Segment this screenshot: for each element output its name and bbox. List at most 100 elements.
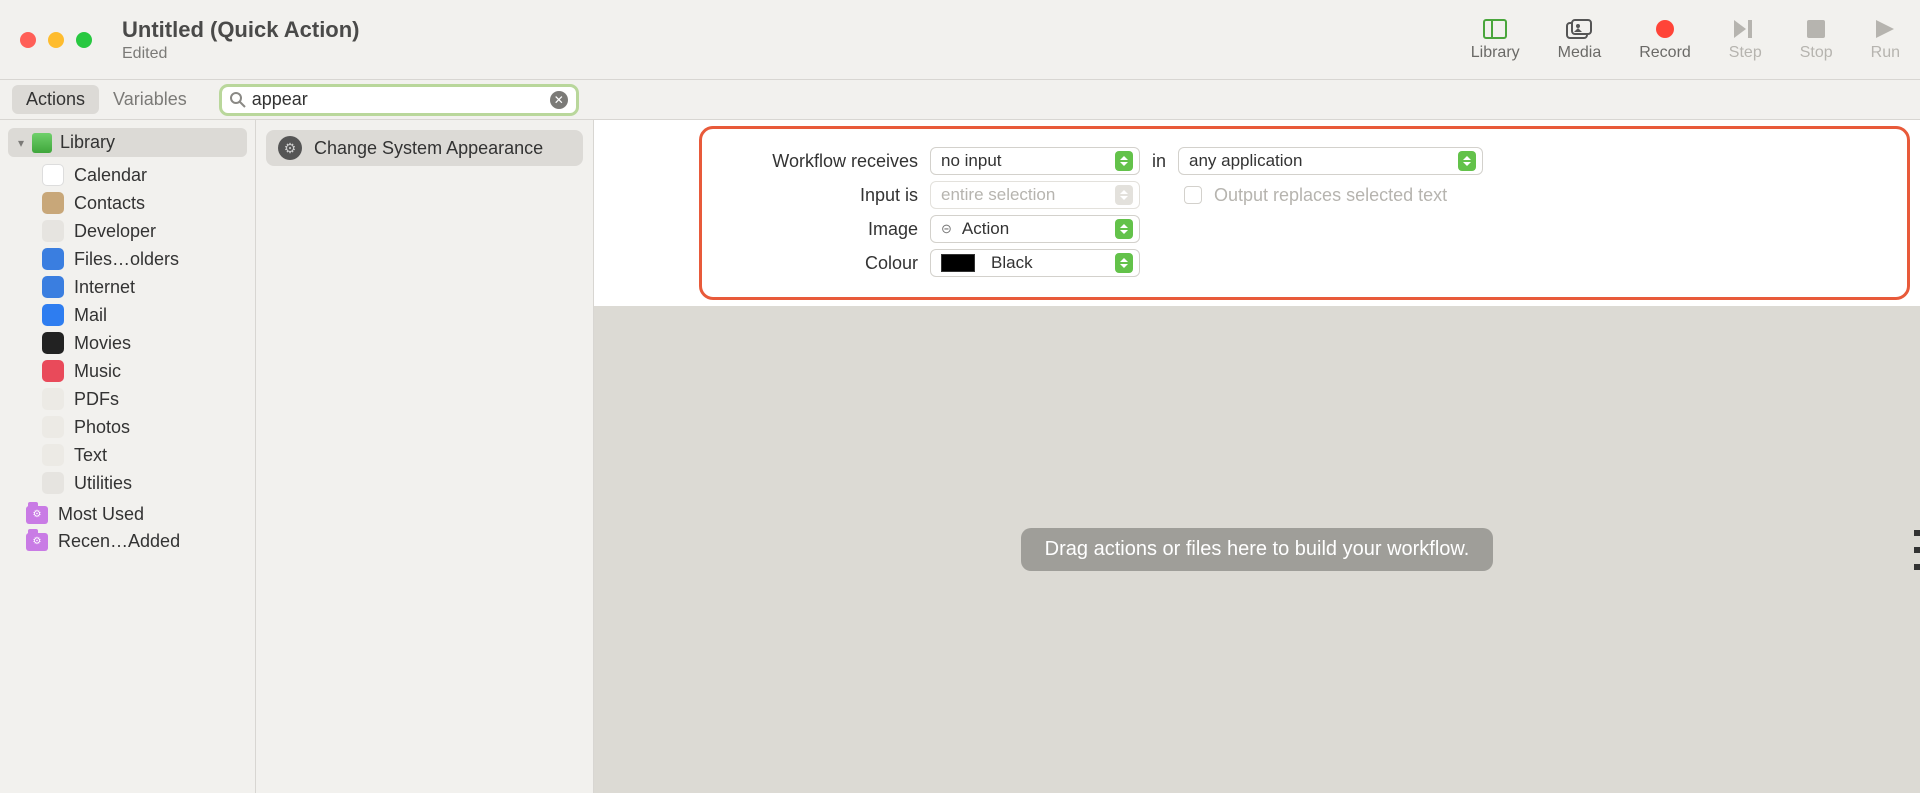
library-root[interactable]: ▾ Library [8,128,247,157]
window-title-block: Untitled (Quick Action) Edited [122,17,360,63]
record-icon [1655,18,1675,40]
workflow-canvas: Workflow receives no input in any applic… [594,120,1920,793]
zoom-window-button[interactable] [76,32,92,48]
application-select[interactable]: any application [1178,147,1483,175]
category-label: Music [74,361,121,382]
category-item[interactable]: Mail [30,301,255,329]
category-icon [42,360,64,382]
media-label: Media [1558,44,1602,62]
tab-actions[interactable]: Actions [12,85,99,114]
smart-folder-label: Most Used [58,504,144,525]
category-item[interactable]: Utilities [30,469,255,497]
category-item[interactable]: Developer [30,217,255,245]
select-value: any application [1189,151,1302,171]
category-label: Internet [74,277,135,298]
smart-folder-item[interactable]: ⚙ Recen…Added [14,528,255,555]
config-label: Image [718,219,918,240]
media-icon [1566,18,1592,40]
window-controls [20,32,92,48]
chevron-down-icon: ▾ [18,136,24,150]
stepper-icon [1458,151,1476,171]
smart-folder-icon: ⚙ [26,533,48,551]
window-title: Untitled (Quick Action) [122,17,360,43]
search-field[interactable]: ✕ [219,84,579,116]
category-icon [42,472,64,494]
config-image-row: Image ⊝ Action [718,215,1889,243]
actions-list: ⚙ Change System Appearance [256,120,594,793]
library-button[interactable]: Library [1471,18,1520,62]
output-replaces-label: Output replaces selected text [1214,185,1447,206]
config-colour-row: Colour Black [718,249,1889,277]
action-icon: ⚙ [278,136,302,160]
category-item[interactable]: Photos [30,413,255,441]
main-split: ▾ Library Calendar Contacts Developer Files… [0,120,1920,793]
category-label: Contacts [74,193,145,214]
config-label: Colour [718,253,918,274]
smart-folder-item[interactable]: ⚙ Most Used [14,501,255,528]
config-label: Input is [718,185,918,206]
category-item[interactable]: Music [30,357,255,385]
step-label: Step [1729,44,1762,62]
toolbar: Library Media Record Step Stop [1471,18,1900,62]
step-button[interactable]: Step [1729,18,1762,62]
select-value: Action [962,219,1009,239]
category-icon [42,248,64,270]
titlebar: Untitled (Quick Action) Edited Library M… [0,0,1920,80]
workflow-receives-select[interactable]: no input [930,147,1140,175]
record-button[interactable]: Record [1639,18,1691,62]
category-icon [42,388,64,410]
smart-folder-label: Recen…Added [58,531,180,552]
category-icon [42,304,64,326]
library-toolbar: Actions Variables ✕ [0,80,1920,120]
category-item[interactable]: Contacts [30,189,255,217]
category-label: Calendar [74,165,147,186]
library-icon [1483,18,1507,40]
category-label: Text [74,445,107,466]
category-label: Photos [74,417,130,438]
category-item[interactable]: Text [30,441,255,469]
category-icon [42,192,64,214]
select-value: entire selection [941,185,1055,205]
run-button[interactable]: Run [1871,18,1900,62]
image-select[interactable]: ⊝ Action [930,215,1140,243]
stepper-icon [1115,151,1133,171]
in-label: in [1152,151,1166,172]
category-icon [42,276,64,298]
category-label: Utilities [74,473,132,494]
category-list: Calendar Contacts Developer Files…olders Int… [0,161,255,497]
search-icon [230,92,246,108]
tab-variables[interactable]: Variables [99,85,201,114]
minimize-window-button[interactable] [48,32,64,48]
library-icon [32,133,52,153]
category-label: Developer [74,221,156,242]
category-icon [42,416,64,438]
close-window-button[interactable] [20,32,36,48]
action-label: Change System Appearance [314,138,543,159]
media-button[interactable]: Media [1558,18,1602,62]
category-item[interactable]: Files…olders [30,245,255,273]
clear-search-button[interactable]: ✕ [550,91,568,109]
colour-select[interactable]: Black [930,249,1140,277]
drop-hint: Drag actions or files here to build your… [1021,528,1494,571]
action-glyph-icon: ⊝ [941,221,952,237]
action-result-item[interactable]: ⚙ Change System Appearance [266,130,583,166]
window-subtitle: Edited [122,45,360,63]
workflow-drop-area[interactable]: Drag actions or files here to build your… [594,306,1920,793]
category-item[interactable]: Calendar [30,161,255,189]
stop-button[interactable]: Stop [1800,18,1833,62]
config-label: Workflow receives [718,151,918,172]
config-input-is-row: Input is entire selection Output replace… [718,181,1889,209]
category-item[interactable]: Internet [30,273,255,301]
category-label: PDFs [74,389,119,410]
record-label: Record [1639,44,1691,62]
step-icon [1734,18,1756,40]
category-item[interactable]: Movies [30,329,255,357]
category-icon [42,332,64,354]
search-input[interactable] [252,89,550,110]
category-item[interactable]: PDFs [30,385,255,413]
category-label: Mail [74,305,107,326]
stepper-icon [1115,219,1133,239]
select-value: Black [991,253,1033,273]
smart-folder-icon: ⚙ [26,506,48,524]
category-icon [42,220,64,242]
